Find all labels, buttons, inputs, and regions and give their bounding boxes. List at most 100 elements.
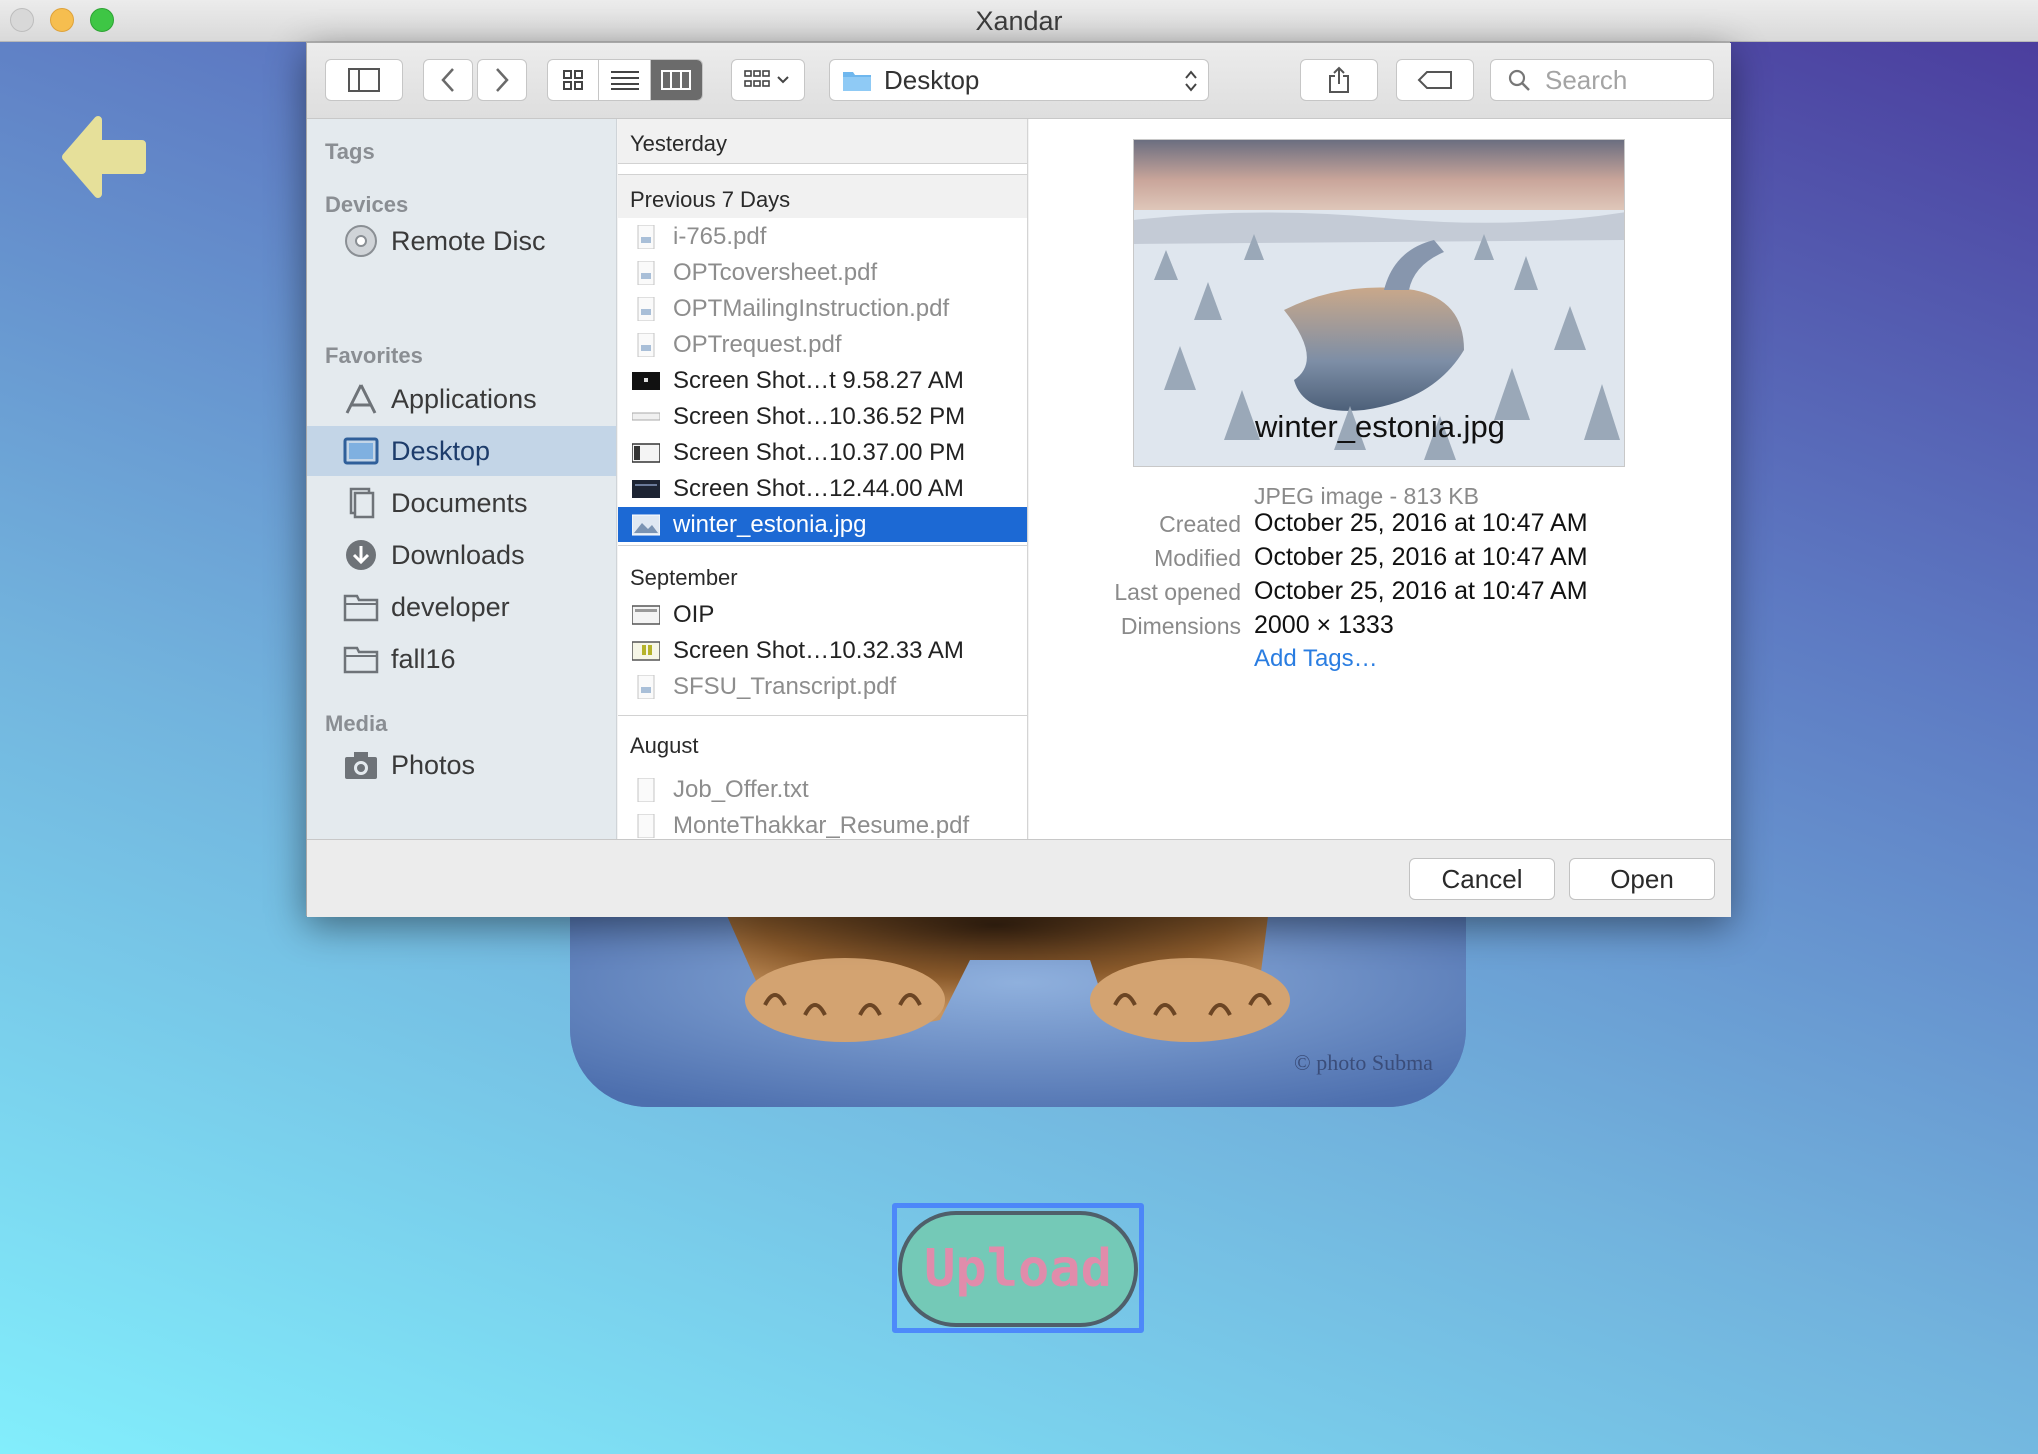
file-row[interactable]: Screen Shot…10.36.52 PM bbox=[618, 399, 1027, 434]
arrange-menu-button[interactable] bbox=[731, 59, 805, 101]
file-name: Screen Shot…t 9.58.27 AM bbox=[673, 367, 964, 394]
search-placeholder: Search bbox=[1545, 64, 1628, 95]
screenshot-thumbnail-icon bbox=[632, 372, 660, 390]
sidebar-item-photos[interactable]: Photos bbox=[307, 740, 616, 790]
sidebar-item-label: Applications bbox=[391, 384, 537, 414]
created-value: October 25, 2016 at 10:47 AM bbox=[1254, 509, 1588, 537]
file-name: Screen Shot…12.44.00 AM bbox=[673, 475, 964, 502]
tags-section-header[interactable]: Tags bbox=[325, 139, 375, 165]
devices-section-header: Devices bbox=[325, 192, 409, 217]
sidebar-item-remote-disc[interactable]: Remote Disc bbox=[307, 216, 616, 266]
share-button[interactable] bbox=[1300, 59, 1378, 101]
uploaded-image-preview: © photo Subma bbox=[570, 900, 1466, 1107]
group-header-september: September bbox=[618, 553, 1027, 597]
file-name: i-765.pdf bbox=[673, 223, 767, 250]
group-divider bbox=[618, 545, 1027, 553]
share-icon bbox=[1329, 66, 1349, 93]
modified-label: Modified bbox=[1154, 545, 1241, 571]
column-view-button[interactable] bbox=[650, 60, 702, 100]
pdf-document-icon bbox=[637, 261, 655, 285]
group-header-august: August bbox=[618, 721, 1027, 765]
file-row[interactable]: Screen Shot…10.37.00 PM bbox=[618, 435, 1027, 470]
preview-pane: winter_estonia.jpg JPEG image - 813 KB C… bbox=[1029, 119, 1731, 839]
add-tags-link[interactable]: Add Tags… bbox=[1254, 645, 1378, 673]
sidebar-item-label: Photos bbox=[391, 750, 476, 780]
sidebar-item-developer[interactable]: developer bbox=[307, 582, 616, 632]
file-row[interactable]: OPTcoversheet.pdf bbox=[618, 255, 1027, 290]
open-button[interactable]: Open bbox=[1569, 858, 1715, 900]
favorites-section-header: Favorites bbox=[325, 343, 423, 368]
file-name: OPTMailingInstruction.pdf bbox=[673, 295, 950, 322]
arrange-icon bbox=[744, 70, 789, 87]
tag-icon bbox=[1417, 71, 1452, 89]
sidebar-toggle-button[interactable] bbox=[325, 59, 403, 101]
dialog-toolbar: Desktop Search bbox=[307, 43, 1731, 119]
pdf-document-icon bbox=[637, 297, 655, 321]
file-name: Screen Shot…10.36.52 PM bbox=[673, 403, 966, 430]
file-row[interactable]: i-765.pdf bbox=[618, 219, 1027, 254]
search-field[interactable]: Search bbox=[1490, 59, 1714, 101]
cancel-button[interactable]: Cancel bbox=[1409, 858, 1555, 900]
dimensions-value: 2000 × 1333 bbox=[1254, 611, 1394, 639]
upload-button[interactable]: Upload bbox=[898, 1211, 1138, 1327]
last-opened-value: October 25, 2016 at 10:47 AM bbox=[1254, 577, 1588, 605]
back-arrow-icon[interactable] bbox=[58, 112, 148, 202]
file-row[interactable]: SFSU_Transcript.pdf bbox=[618, 669, 1027, 704]
location-popup[interactable]: Desktop bbox=[829, 59, 1209, 101]
documents-icon bbox=[349, 487, 375, 519]
tags-button[interactable] bbox=[1396, 59, 1474, 101]
sidebar-item-applications[interactable]: Applications bbox=[307, 374, 616, 424]
desktop-icon bbox=[343, 437, 379, 465]
sidebar-item-desktop[interactable]: Desktop bbox=[307, 426, 616, 476]
preview-kind: JPEG image - 813 KB bbox=[1254, 483, 1479, 509]
sidebar-item-label: fall16 bbox=[391, 644, 456, 674]
icon-view-button[interactable] bbox=[548, 60, 600, 100]
dialog-button-bar: Cancel Open bbox=[307, 839, 1731, 917]
file-row[interactable]: Screen Shot…t 9.58.27 AM bbox=[618, 363, 1027, 398]
pdf-document-icon bbox=[637, 225, 655, 249]
sidebar-item-label: Remote Disc bbox=[391, 226, 546, 256]
screenshot-thumbnail-icon bbox=[632, 641, 660, 661]
file-row[interactable]: Screen Shot…10.32.33 AM bbox=[618, 633, 1027, 668]
sidebar-item-label: Downloads bbox=[391, 540, 525, 570]
pdf-document-icon bbox=[637, 814, 655, 838]
list-icon bbox=[610, 71, 639, 90]
desktop-folder-icon bbox=[843, 72, 871, 91]
sidebar-item-documents[interactable]: Documents bbox=[307, 478, 616, 528]
sidebar-item-label: developer bbox=[391, 592, 510, 622]
chevron-left-icon bbox=[441, 68, 454, 92]
file-name: SFSU_Transcript.pdf bbox=[673, 673, 897, 700]
pdf-document-icon bbox=[637, 675, 655, 699]
search-icon bbox=[1508, 69, 1530, 91]
sidebar-icon bbox=[348, 68, 380, 92]
back-button[interactable] bbox=[423, 59, 473, 101]
sidebar-item-fall16[interactable]: fall16 bbox=[307, 634, 616, 684]
sidebar-item-label: Documents bbox=[391, 488, 528, 518]
grid-icon bbox=[563, 70, 584, 90]
updown-chevron-icon bbox=[1185, 70, 1197, 92]
file-row[interactable]: MonteThakkar_Resume.pdf bbox=[618, 808, 1027, 839]
group-header-previous-7-days: Previous 7 Days bbox=[618, 174, 1027, 218]
created-label: Created bbox=[1159, 511, 1241, 537]
file-list-column: Yesterday Previous 7 Days i-765.pdf OPTc… bbox=[618, 119, 1028, 839]
file-row[interactable]: OPTMailingInstruction.pdf bbox=[618, 291, 1027, 326]
media-section-header: Media bbox=[325, 711, 388, 736]
downloads-icon bbox=[346, 540, 376, 570]
image-thumbnail-icon bbox=[632, 605, 660, 625]
file-row[interactable]: OIP bbox=[618, 597, 1027, 632]
list-view-button[interactable] bbox=[599, 60, 651, 100]
file-row[interactable]: Screen Shot…12.44.00 AM bbox=[618, 471, 1027, 506]
pdf-document-icon bbox=[637, 333, 655, 357]
screenshot-thumbnail-icon bbox=[632, 443, 660, 463]
screenshot-thumbnail-icon bbox=[632, 480, 660, 498]
photo-watermark: © photo Subma bbox=[1294, 1050, 1433, 1075]
file-row[interactable]: Job_Offer.txt bbox=[618, 772, 1027, 807]
window-titlebar: Xandar bbox=[0, 0, 2038, 42]
sidebar-item-downloads[interactable]: Downloads bbox=[307, 530, 616, 580]
disc-icon bbox=[345, 225, 377, 257]
forward-button[interactable] bbox=[477, 59, 527, 101]
file-row-selected[interactable]: winter_estonia.jpg bbox=[618, 507, 1027, 542]
file-name: Job_Offer.txt bbox=[673, 776, 809, 803]
group-header-yesterday: Yesterday bbox=[618, 119, 1027, 163]
file-row[interactable]: OPTrequest.pdf bbox=[618, 327, 1027, 362]
